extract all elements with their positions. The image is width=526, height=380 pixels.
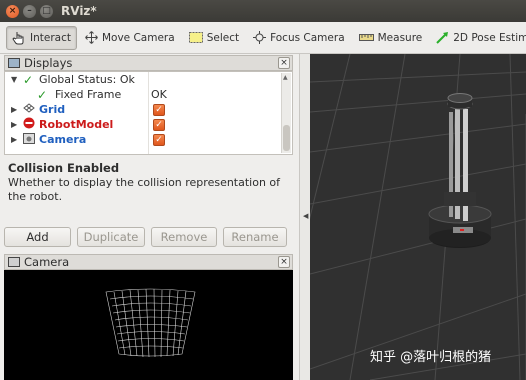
property-description: Collision Enabled Whether to display the… xyxy=(4,158,293,220)
check-icon: ✓ xyxy=(23,72,34,87)
collapse-arrow-icon[interactable]: ◀ xyxy=(303,212,308,220)
tree-row-label: Fixed Frame xyxy=(55,88,122,101)
watermark-text: 知乎 @落叶归根的猪 xyxy=(370,350,492,365)
close-displays-button[interactable]: × xyxy=(278,57,290,69)
tree-row-robotmodel[interactable]: ▶ RobotModel ✓ xyxy=(5,117,292,132)
ruler-icon xyxy=(358,34,374,41)
tree-row-grid[interactable]: ▶ Grid ✓ xyxy=(5,102,292,117)
camera-panel-header: Camera × xyxy=(4,254,293,270)
tool-move-camera[interactable]: Move Camera xyxy=(79,26,181,50)
window-title: RViz* xyxy=(61,4,97,18)
check-icon: ✓ xyxy=(37,87,48,102)
monitor-icon xyxy=(8,58,20,68)
robot-model xyxy=(428,93,492,248)
tool-measure[interactable]: Measure xyxy=(353,26,429,50)
move-arrows-icon xyxy=(85,31,98,44)
description-text: Whether to display the collision represe… xyxy=(8,176,281,203)
close-camera-panel-button[interactable]: × xyxy=(278,256,290,268)
green-arrow-icon xyxy=(436,31,449,44)
tool-bar: Interact Move Camera Select Focus Camera… xyxy=(0,22,526,54)
camera-enabled-checkbox[interactable]: ✓ xyxy=(153,133,165,146)
maximize-window-button[interactable]: □ xyxy=(40,4,53,18)
tree-row-camera[interactable]: ▶ Camera ✓ xyxy=(5,132,292,147)
camera-panel: Camera × xyxy=(4,254,293,380)
title-bar: × – □ RViz* xyxy=(0,0,526,22)
minimize-window-button[interactable]: – xyxy=(23,4,36,18)
3d-viewport[interactable] xyxy=(310,54,526,380)
duplicate-button[interactable]: Duplicate xyxy=(77,227,145,247)
add-button[interactable]: Add xyxy=(4,227,71,247)
remove-button[interactable]: Remove xyxy=(151,227,217,247)
error-icon xyxy=(23,117,35,132)
robotmodel-enabled-checkbox[interactable]: ✓ xyxy=(153,118,165,131)
tree-row-label: Grid xyxy=(39,103,66,116)
tree-row-label: RobotModel xyxy=(39,118,114,131)
tool-label: Measure xyxy=(377,31,423,44)
grid-enabled-checkbox[interactable]: ✓ xyxy=(153,103,165,116)
tool-focus-camera[interactable]: Focus Camera xyxy=(247,26,351,50)
tool-label: Move Camera xyxy=(101,31,175,44)
close-window-button[interactable]: × xyxy=(6,4,19,18)
grid-icon xyxy=(23,103,35,116)
camera-panel-title: Camera xyxy=(24,255,70,269)
displays-tree: ▼ ✓ Global Status: Ok ✓ Fixed Frame OK ▶… xyxy=(4,71,293,155)
expand-arrow-icon[interactable]: ▼ xyxy=(11,75,17,84)
tree-scrollbar[interactable]: ▲ xyxy=(281,73,291,153)
tree-row-global-status[interactable]: ▼ ✓ Global Status: Ok xyxy=(5,72,292,87)
select-rectangle-icon xyxy=(188,32,203,43)
tool-select[interactable]: Select xyxy=(183,26,245,50)
tool-label: 2D Pose Estimate xyxy=(453,31,526,44)
tool-label: Select xyxy=(206,31,240,44)
camera-icon xyxy=(23,132,35,147)
tool-interact[interactable]: Interact xyxy=(6,25,77,50)
displays-title: Displays xyxy=(24,56,73,70)
scrollbar-thumb[interactable] xyxy=(283,125,290,151)
expand-arrow-icon[interactable]: ▶ xyxy=(11,120,17,129)
tree-row-label: Global Status: Ok xyxy=(39,73,135,86)
expand-arrow-icon[interactable]: ▶ xyxy=(11,135,17,144)
expand-arrow-icon[interactable]: ▶ xyxy=(11,105,17,114)
rename-button[interactable]: Rename xyxy=(223,227,287,247)
panel-splitter[interactable]: ◀ xyxy=(299,54,310,380)
camera-image xyxy=(105,288,196,358)
camera-icon xyxy=(8,257,20,267)
display-buttons: Add Duplicate Remove Rename xyxy=(4,227,293,247)
tool-label: Interact xyxy=(30,31,71,44)
tool-label: Focus Camera xyxy=(270,31,345,44)
description-title: Collision Enabled xyxy=(8,161,120,175)
tree-row-fixed-frame[interactable]: ✓ Fixed Frame OK xyxy=(5,87,292,102)
focus-crosshair-icon xyxy=(253,31,267,44)
scroll-up-icon[interactable]: ▲ xyxy=(283,74,288,81)
tool-2d-pose-estimate[interactable]: 2D Pose Estimate xyxy=(430,26,526,50)
hand-pointer-icon xyxy=(12,31,26,45)
fixed-frame-status: OK xyxy=(151,88,167,101)
tree-row-label: Camera xyxy=(39,133,87,146)
displays-header: Displays × xyxy=(4,55,293,71)
